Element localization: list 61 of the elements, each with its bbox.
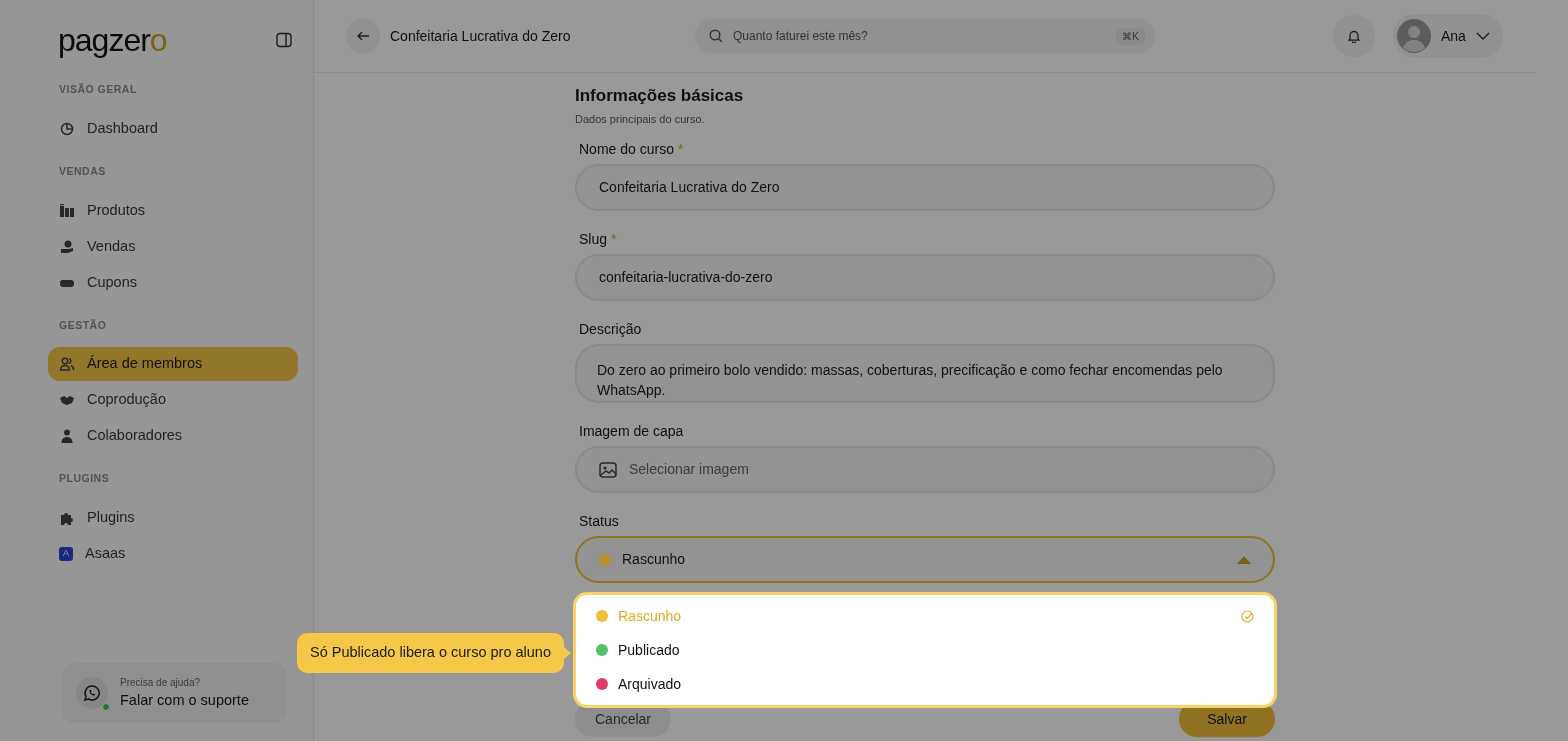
panel-icon [276, 32, 292, 48]
help-title: Falar com o suporte [120, 690, 249, 710]
caret-up-icon [1237, 555, 1251, 564]
dropdown-option[interactable]: Publicado [576, 633, 1274, 667]
field-label: Slug [579, 230, 608, 249]
section-heading: GESTÃO [58, 317, 108, 333]
chevron-down-icon [1475, 32, 1490, 40]
sidebar-item[interactable]: Vendas [48, 229, 298, 264]
back-button[interactable] [346, 19, 380, 53]
image-icon [599, 460, 617, 479]
search-field[interactable]: Quanto faturei este mês? ⌘K [695, 19, 1155, 53]
field-label: Descrição [579, 320, 642, 339]
help-subtitle: Precisa de ajuda? [120, 675, 202, 690]
logo: pagzero [58, 24, 167, 56]
sidebar-item[interactable]: Colaboradores [48, 419, 298, 454]
section-title: Informações básicas [575, 85, 745, 107]
notifications-button[interactable] [1333, 15, 1375, 57]
section-heading: PLUGINS [58, 471, 111, 487]
user-menu[interactable]: Ana [1393, 14, 1503, 58]
text-field[interactable]: confeitaria-lucrativa-do-zero [575, 254, 1275, 301]
search-icon [709, 29, 723, 43]
field-label: Imagem de capa [579, 422, 684, 441]
bell-icon [1347, 29, 1361, 43]
person-icon [59, 428, 75, 445]
boxes-icon [59, 202, 75, 219]
sidebar-toggle-button[interactable] [275, 31, 293, 49]
shortcut-key: ⌘K [1116, 27, 1145, 45]
sidebar-item[interactable]: Área de membros [48, 347, 298, 382]
tooltip: Só Publicado libera o curso pro aluno [297, 633, 564, 673]
required-mark: * [611, 230, 617, 249]
search-placeholder: Quanto faturei este mês? [733, 28, 869, 45]
section-subtitle: Dados principais do curso. [575, 111, 706, 127]
puzzle-icon [59, 510, 75, 526]
section-heading: VISÃO GERAL [58, 82, 138, 97]
section-heading: VENDAS [58, 163, 107, 179]
sidebar-item[interactable]: A Asaas [48, 537, 298, 571]
text-area[interactable]: Do zero ao primeiro bolo vendido: massas, coberturas, precificação e como fechar encomendas pelo WhatsApp. [575, 344, 1275, 403]
text-field[interactable]: Confeitaria Lucrativa do Zero [575, 164, 1275, 211]
letter-badge: A [59, 547, 73, 561]
help-card[interactable]: Precisa de ajuda? Falar com o suporte [62, 663, 287, 723]
image-placeholder: Selecionar imagem [629, 460, 749, 479]
field-label: Nome do curso [579, 140, 674, 159]
tooltip-pointer [564, 647, 571, 659]
page-title: Confeitaria Lucrativa do Zero [390, 26, 572, 46]
field-label: Status [579, 512, 619, 531]
sidebar-item[interactable]: Produtos [48, 193, 298, 228]
check-icon [1241, 609, 1254, 623]
status-select[interactable]: Rascunho [575, 536, 1275, 583]
users-icon [59, 356, 75, 373]
sidebar-item[interactable]: Plugins [48, 501, 298, 535]
avatar-icon [1397, 19, 1431, 53]
hand-coin-icon [59, 238, 75, 255]
chat-bubble-icon [83, 684, 101, 702]
sidebar-item[interactable]: Cupons [48, 265, 298, 300]
arrow-left-icon [356, 29, 370, 43]
sidebar-item[interactable]: Coprodução [48, 383, 298, 418]
sidebar-item[interactable]: Dashboard [48, 111, 298, 146]
required-mark: * [677, 140, 684, 159]
dropdown-option[interactable]: Arquivado [576, 667, 1274, 701]
image-picker[interactable]: Selecionar imagem [575, 446, 1275, 493]
pie-chart-icon [59, 120, 75, 137]
